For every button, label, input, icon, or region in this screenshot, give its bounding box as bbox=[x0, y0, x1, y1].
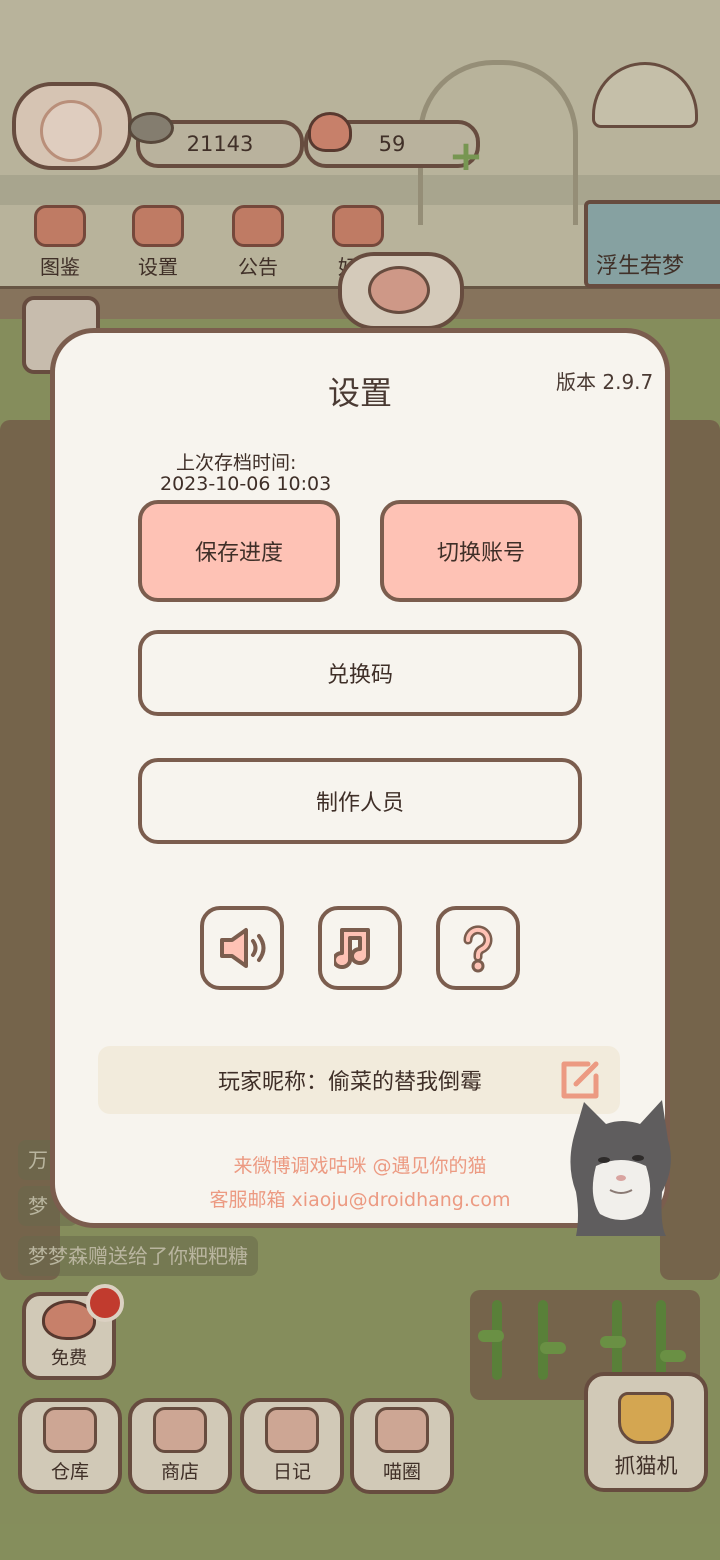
speaker-icon bbox=[220, 928, 266, 968]
switch-account-button[interactable]: 切换账号 bbox=[380, 500, 582, 602]
credits-label: 制作人员 bbox=[315, 791, 404, 816]
save-progress-label: 保存进度 bbox=[194, 541, 283, 566]
music-toggle-button[interactable] bbox=[318, 906, 402, 990]
version-label: 版本 2.9.7 bbox=[556, 370, 654, 394]
question-icon bbox=[463, 925, 493, 973]
redeem-code-button[interactable]: 兑换码 bbox=[138, 630, 582, 716]
last-save-label: 上次存档时间: bbox=[176, 452, 297, 474]
help-button[interactable] bbox=[436, 906, 520, 990]
sound-toggle-button[interactable] bbox=[200, 906, 284, 990]
last-save-time: 2023-10-06 10:03 bbox=[160, 473, 332, 495]
credits-button[interactable]: 制作人员 bbox=[138, 758, 582, 844]
cat-mascot-icon bbox=[570, 1100, 671, 1236]
redeem-code-label: 兑换码 bbox=[326, 663, 393, 688]
player-nickname: 玩家昵称：偷菜的替我倒霉 bbox=[217, 1070, 482, 1095]
save-progress-button[interactable]: 保存进度 bbox=[138, 500, 340, 602]
switch-account-label: 切换账号 bbox=[436, 541, 525, 566]
music-note-icon bbox=[334, 928, 370, 969]
